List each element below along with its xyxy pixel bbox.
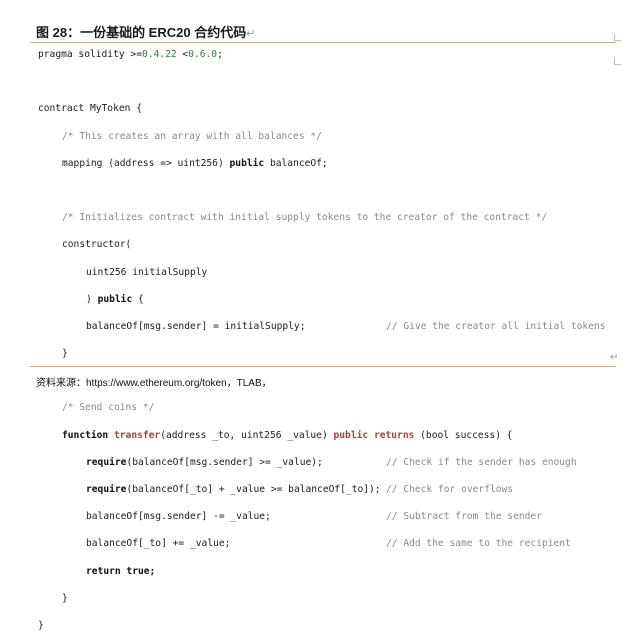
code-line-close: } [38,619,44,631]
keyword: return [86,565,121,577]
code-text: balanceOf[msg.sender] -= _value; [86,511,271,523]
keyword: require [86,484,127,495]
code-text: (address _to, uint256 _value) [160,429,334,441]
keyword: public [97,293,133,305]
code-text: balanceOf[_to] += _value; [86,538,231,550]
code-line-require: require(balanceOf[msg.sender] >= _value)… [38,456,612,470]
code-text: mapping (address => uint256) [62,157,230,169]
code-line-assign: balanceOf[msg.sender] = initialSupply; //… [38,320,612,334]
code-line-close: } [62,592,68,604]
code-comment: // Give the creator all initial tokens [386,320,606,332]
code-text: balanceOf[msg.sender] = initialSupply; [86,320,306,332]
bottom-rule [30,366,616,367]
code-text: (balanceOf[_to] + _value >= balanceOf[_t… [126,484,381,495]
keyword: returns [373,429,415,441]
code-text: < [176,49,189,60]
source-link[interactable]: https://www.ethereum.org/token [86,378,227,389]
paragraph-mark-icon: ↵ [246,28,256,40]
code-comment: // Check for overflows [386,484,514,495]
code-line-mapping: mapping (address => uint256) public bala… [38,157,612,171]
code-block: pragma solidity >=0.4.22 <0.6.0; contrac… [38,48,612,633]
source-prefix: 资料来源： [36,378,86,389]
function-name: transfer [114,429,161,441]
code-line-constructor: constructor( [62,239,132,251]
margin-corner-mark [614,58,621,65]
code-comment: // Check if the sender has enough [386,456,577,468]
code-comment: /* Send coins */ [62,402,155,414]
source-note: 资料来源：https://www.ethereum.org/token，TLAB… [36,374,272,389]
code-comment: // Add the same to the recipient [386,538,571,550]
top-rule [30,42,616,43]
version-number: 0.4.22 [141,49,177,60]
code-line-require: require(balanceOf[_to] + _value >= balan… [38,483,612,497]
code-line-contract: contract MyToken { [38,103,142,115]
figure-title-text: 图 28：一份基础的 ERC20 合约代码 [36,25,247,40]
code-line-subtract: balanceOf[msg.sender] -= _value; // Subtr… [38,510,612,524]
code-comment: /* Initializes contract with initial sup… [62,212,548,224]
code-line-return: return true; [38,565,612,579]
code-text: true; [120,565,156,577]
code-text: ) [86,293,98,305]
code-text: ; [217,49,223,60]
code-comment: /* This creates an array with all balanc… [62,130,322,142]
code-line-function: function transfer(address _to, uint256 _… [38,429,612,443]
version-number: 0.6.0 [188,49,218,60]
code-line-param: uint256 initialSupply [86,266,208,278]
code-line-add: balanceOf[_to] += _value; // Add the same… [38,537,612,551]
code-text: { [132,293,144,305]
keyword: public [229,157,265,169]
code-text: pragma solidity >= [38,49,142,60]
code-text: balanceOf; [264,157,328,169]
code-text: (bool success) { [414,429,513,441]
paragraph-mark-icon: ↵ [610,352,619,363]
code-line-pragma: pragma solidity >=0.4.22 <0.6.0; [38,48,612,62]
source-suffix: ，TLAB， [226,378,272,389]
code-line-public: ) public { [38,293,612,307]
keyword: require [86,456,127,468]
keyword: public [333,429,369,441]
code-comment: // Subtract from the sender [386,511,542,523]
code-line-close: } [62,348,68,360]
code-text: (balanceOf[msg.sender] >= _value); [126,456,323,468]
margin-corner-mark [614,34,621,41]
keyword: function [62,429,109,441]
figure-title: 图 28：一份基础的 ERC20 合约代码↵ [36,22,255,41]
